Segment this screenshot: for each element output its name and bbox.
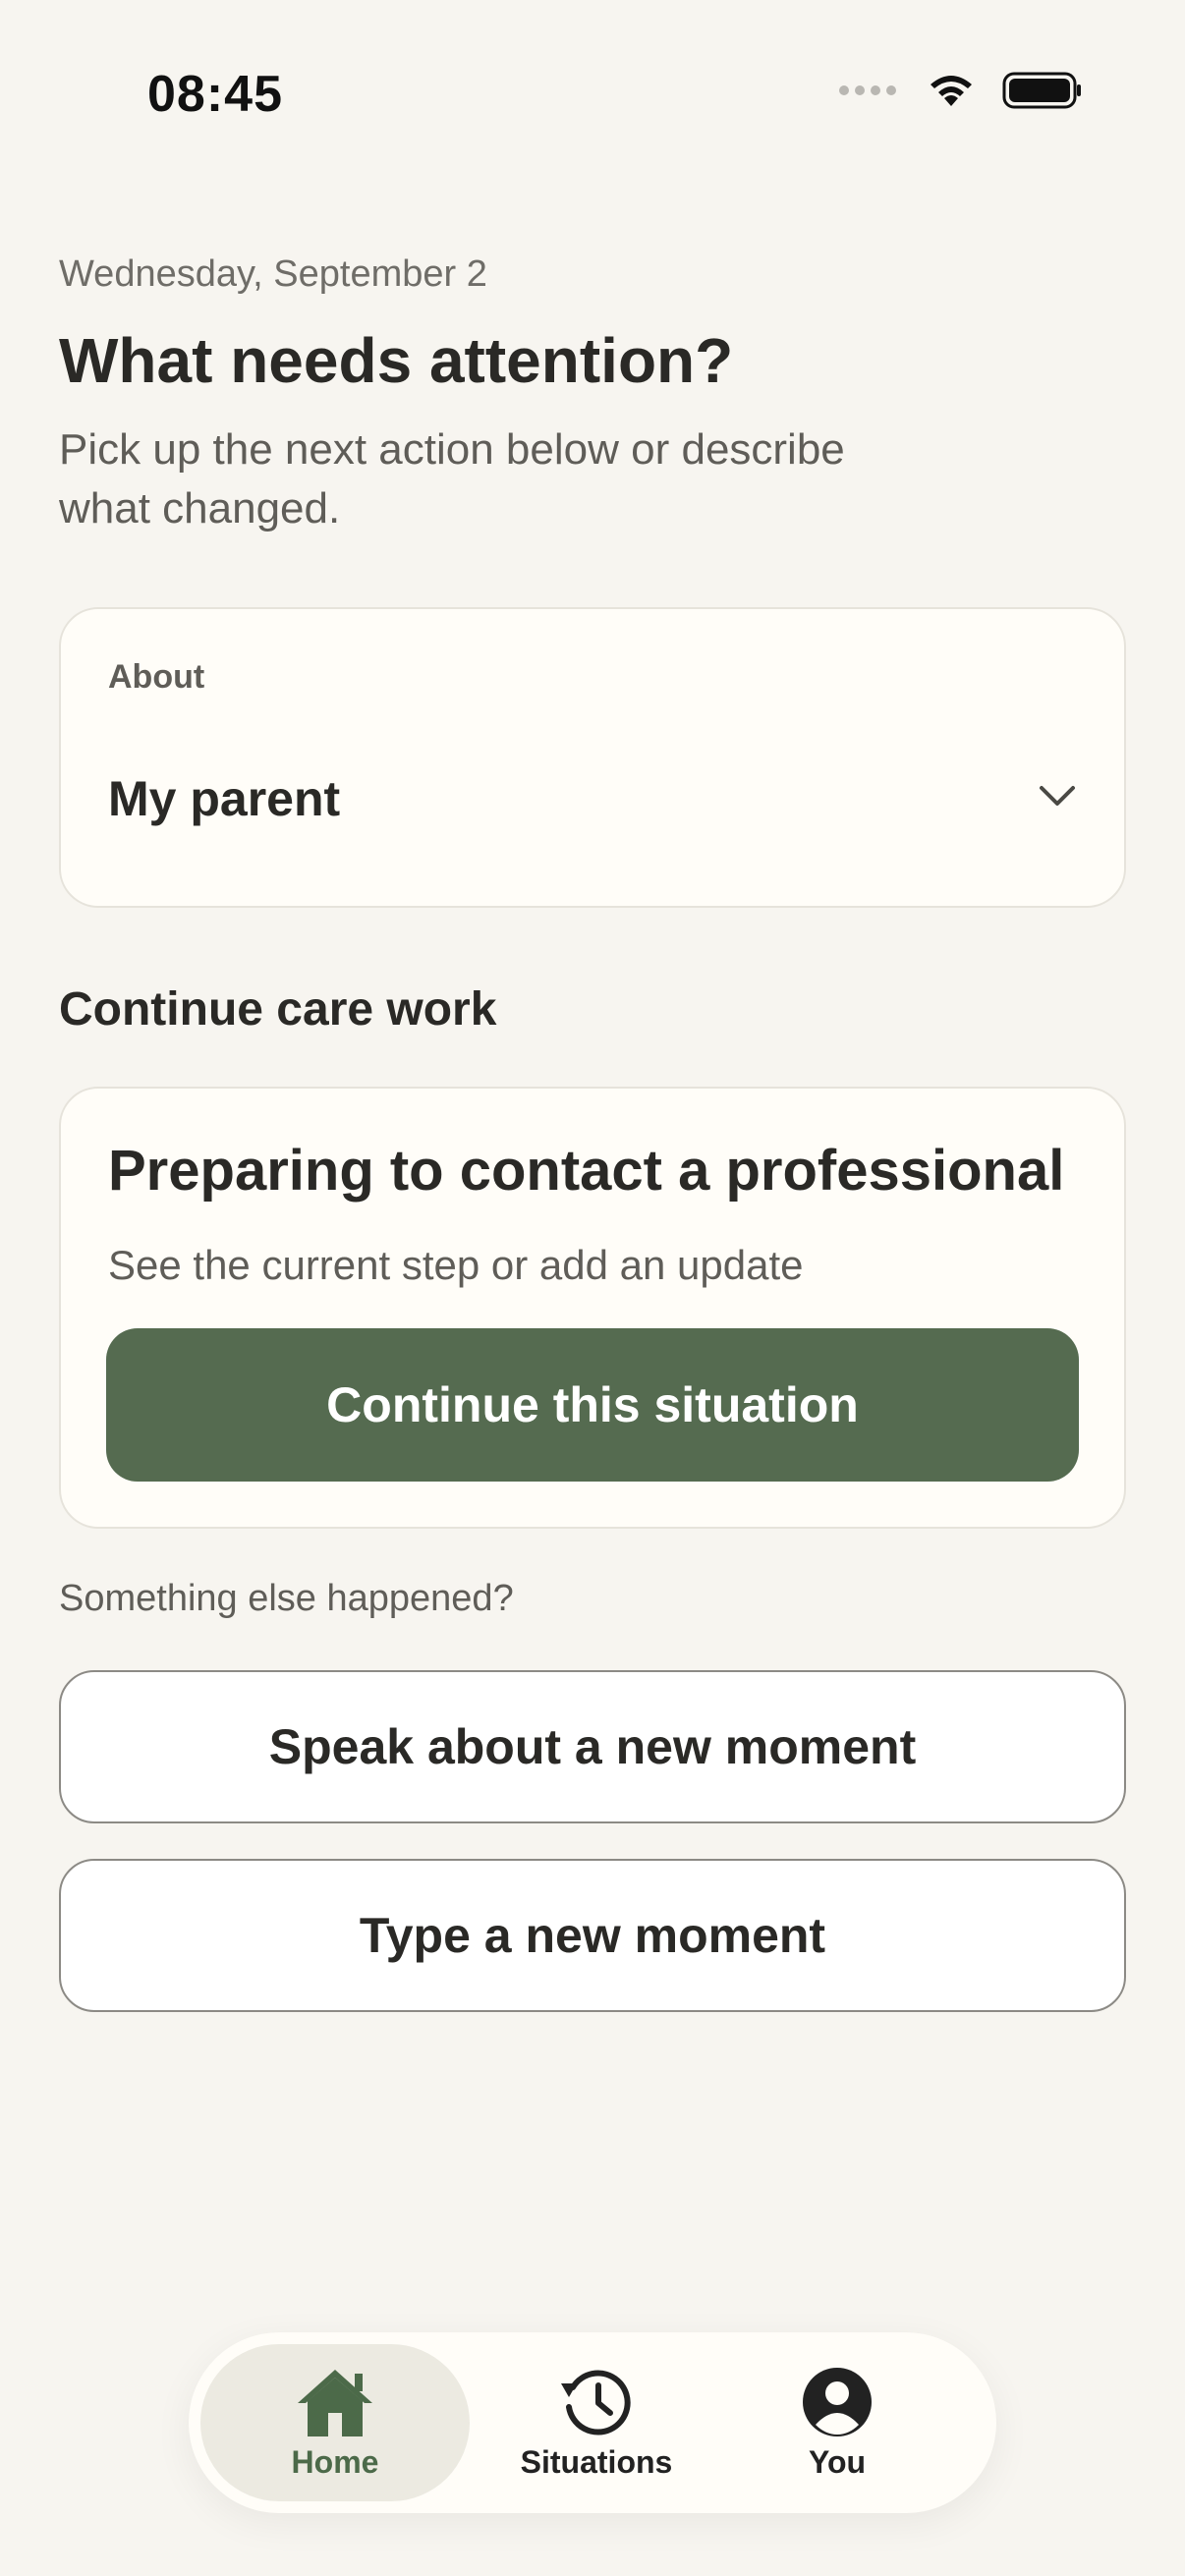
care-situation-title: Preparing to contact a professional [108, 1139, 1065, 1203]
tab-situations[interactable]: Situations [493, 2344, 700, 2501]
chevron-down-icon [1040, 786, 1075, 806]
battery-icon [1002, 72, 1081, 109]
tab-home-label: Home [291, 2443, 379, 2480]
home-icon [298, 2369, 372, 2436]
tab-you[interactable]: You [739, 2344, 935, 2501]
tab-situations-label: Situations [520, 2443, 673, 2480]
history-icon [561, 2370, 631, 2435]
about-selector[interactable]: About My parent [59, 607, 1126, 908]
wifi-icon [931, 76, 972, 106]
tab-you-label: You [808, 2443, 867, 2480]
something-else-label: Something else happened? [59, 1578, 514, 1619]
bottom-tab-bar: Home Situations You [189, 2332, 996, 2513]
care-situation-card: Preparing to contact a professional See … [59, 1087, 1126, 1529]
care-situation-description: See the current step or add an update [108, 1242, 804, 1288]
status-icons [839, 71, 1083, 110]
speak-new-moment-button[interactable]: Speak about a new moment [59, 1670, 1126, 1823]
page-subtitle: Pick up the next action below or describ… [59, 425, 845, 532]
about-label: About [108, 658, 205, 696]
page-title: What needs attention? [59, 325, 734, 396]
section-title-care-work: Continue care work [59, 983, 497, 1036]
tab-home[interactable]: Home [200, 2344, 470, 2501]
continue-situation-button[interactable]: Continue this situation [106, 1328, 1079, 1482]
date-label: Wednesday, September 2 [59, 253, 487, 295]
status-time: 08:45 [147, 66, 283, 123]
cellular-signal-icon [839, 85, 896, 95]
about-value: My parent [108, 771, 341, 826]
user-icon [803, 2367, 872, 2436]
type-new-moment-button[interactable]: Type a new moment [59, 1859, 1126, 2012]
status-bar: 08:45 [0, 0, 1185, 196]
